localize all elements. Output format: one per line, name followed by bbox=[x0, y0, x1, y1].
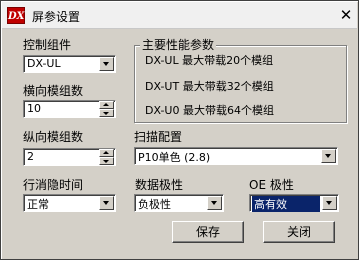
vertical-stepper[interactable]: 2 bbox=[23, 148, 116, 166]
scan-select-value: P10单色 (2.8) bbox=[138, 151, 211, 164]
chevron-down-icon[interactable] bbox=[321, 149, 336, 163]
oe-polarity-select[interactable]: 高有效 bbox=[249, 194, 339, 212]
blanking-select-value: 正常 bbox=[27, 198, 49, 211]
save-button[interactable]: 保存 bbox=[172, 221, 244, 243]
data-polarity-label: 数据极性 bbox=[135, 178, 184, 192]
oe-polarity-value: 高有效 bbox=[252, 196, 320, 212]
horizontal-value: 10 bbox=[27, 102, 41, 115]
close-button[interactable]: 关闭 bbox=[263, 221, 335, 243]
oe-polarity-label: OE 极性 bbox=[249, 178, 294, 192]
chevron-down-icon[interactable] bbox=[322, 196, 337, 210]
horizontal-label: 横向模组数 bbox=[23, 84, 84, 98]
close-window-icon[interactable]: ✕ bbox=[336, 5, 356, 25]
spin-down-icon[interactable] bbox=[99, 157, 114, 165]
performance-groupbox-title: 主要性能参数 bbox=[140, 36, 217, 53]
data-polarity-select[interactable]: 负极性 bbox=[134, 194, 224, 212]
param-line: DX-UL 最大带载20个模组 bbox=[145, 54, 274, 67]
app-logo-icon: DX bbox=[7, 7, 25, 24]
blanking-label: 行消隐时间 bbox=[23, 178, 84, 192]
param-line: DX-UT 最大带载32个模组 bbox=[145, 80, 274, 93]
vertical-label: 纵向模组数 bbox=[23, 130, 84, 144]
chevron-down-icon[interactable] bbox=[207, 196, 222, 210]
scan-label: 扫描配置 bbox=[134, 130, 183, 144]
vertical-value: 2 bbox=[27, 150, 34, 163]
control-label: 控制组件 bbox=[23, 38, 72, 52]
settings-dialog: DX 屏参设置 ✕ 控制组件 DX-UL 横向模组数 10 纵向模组数 2 行消… bbox=[0, 0, 359, 260]
spin-down-icon[interactable] bbox=[99, 109, 114, 117]
scan-select[interactable]: P10单色 (2.8) bbox=[134, 147, 338, 165]
blanking-select[interactable]: 正常 bbox=[23, 194, 116, 212]
data-polarity-value: 负极性 bbox=[138, 198, 171, 211]
horizontal-stepper[interactable]: 10 bbox=[23, 100, 116, 118]
spin-up-icon[interactable] bbox=[99, 149, 114, 157]
title-bar[interactable]: DX 屏参设置 ✕ bbox=[2, 2, 357, 29]
spin-up-icon[interactable] bbox=[99, 101, 114, 109]
chevron-down-icon[interactable] bbox=[99, 196, 114, 210]
chevron-down-icon[interactable] bbox=[99, 57, 114, 71]
control-select-value: DX-UL bbox=[27, 57, 61, 70]
window-title: 屏参设置 bbox=[32, 10, 81, 24]
control-select[interactable]: DX-UL bbox=[23, 55, 116, 73]
param-line: DX-U0 最大带载64个模组 bbox=[145, 104, 274, 117]
